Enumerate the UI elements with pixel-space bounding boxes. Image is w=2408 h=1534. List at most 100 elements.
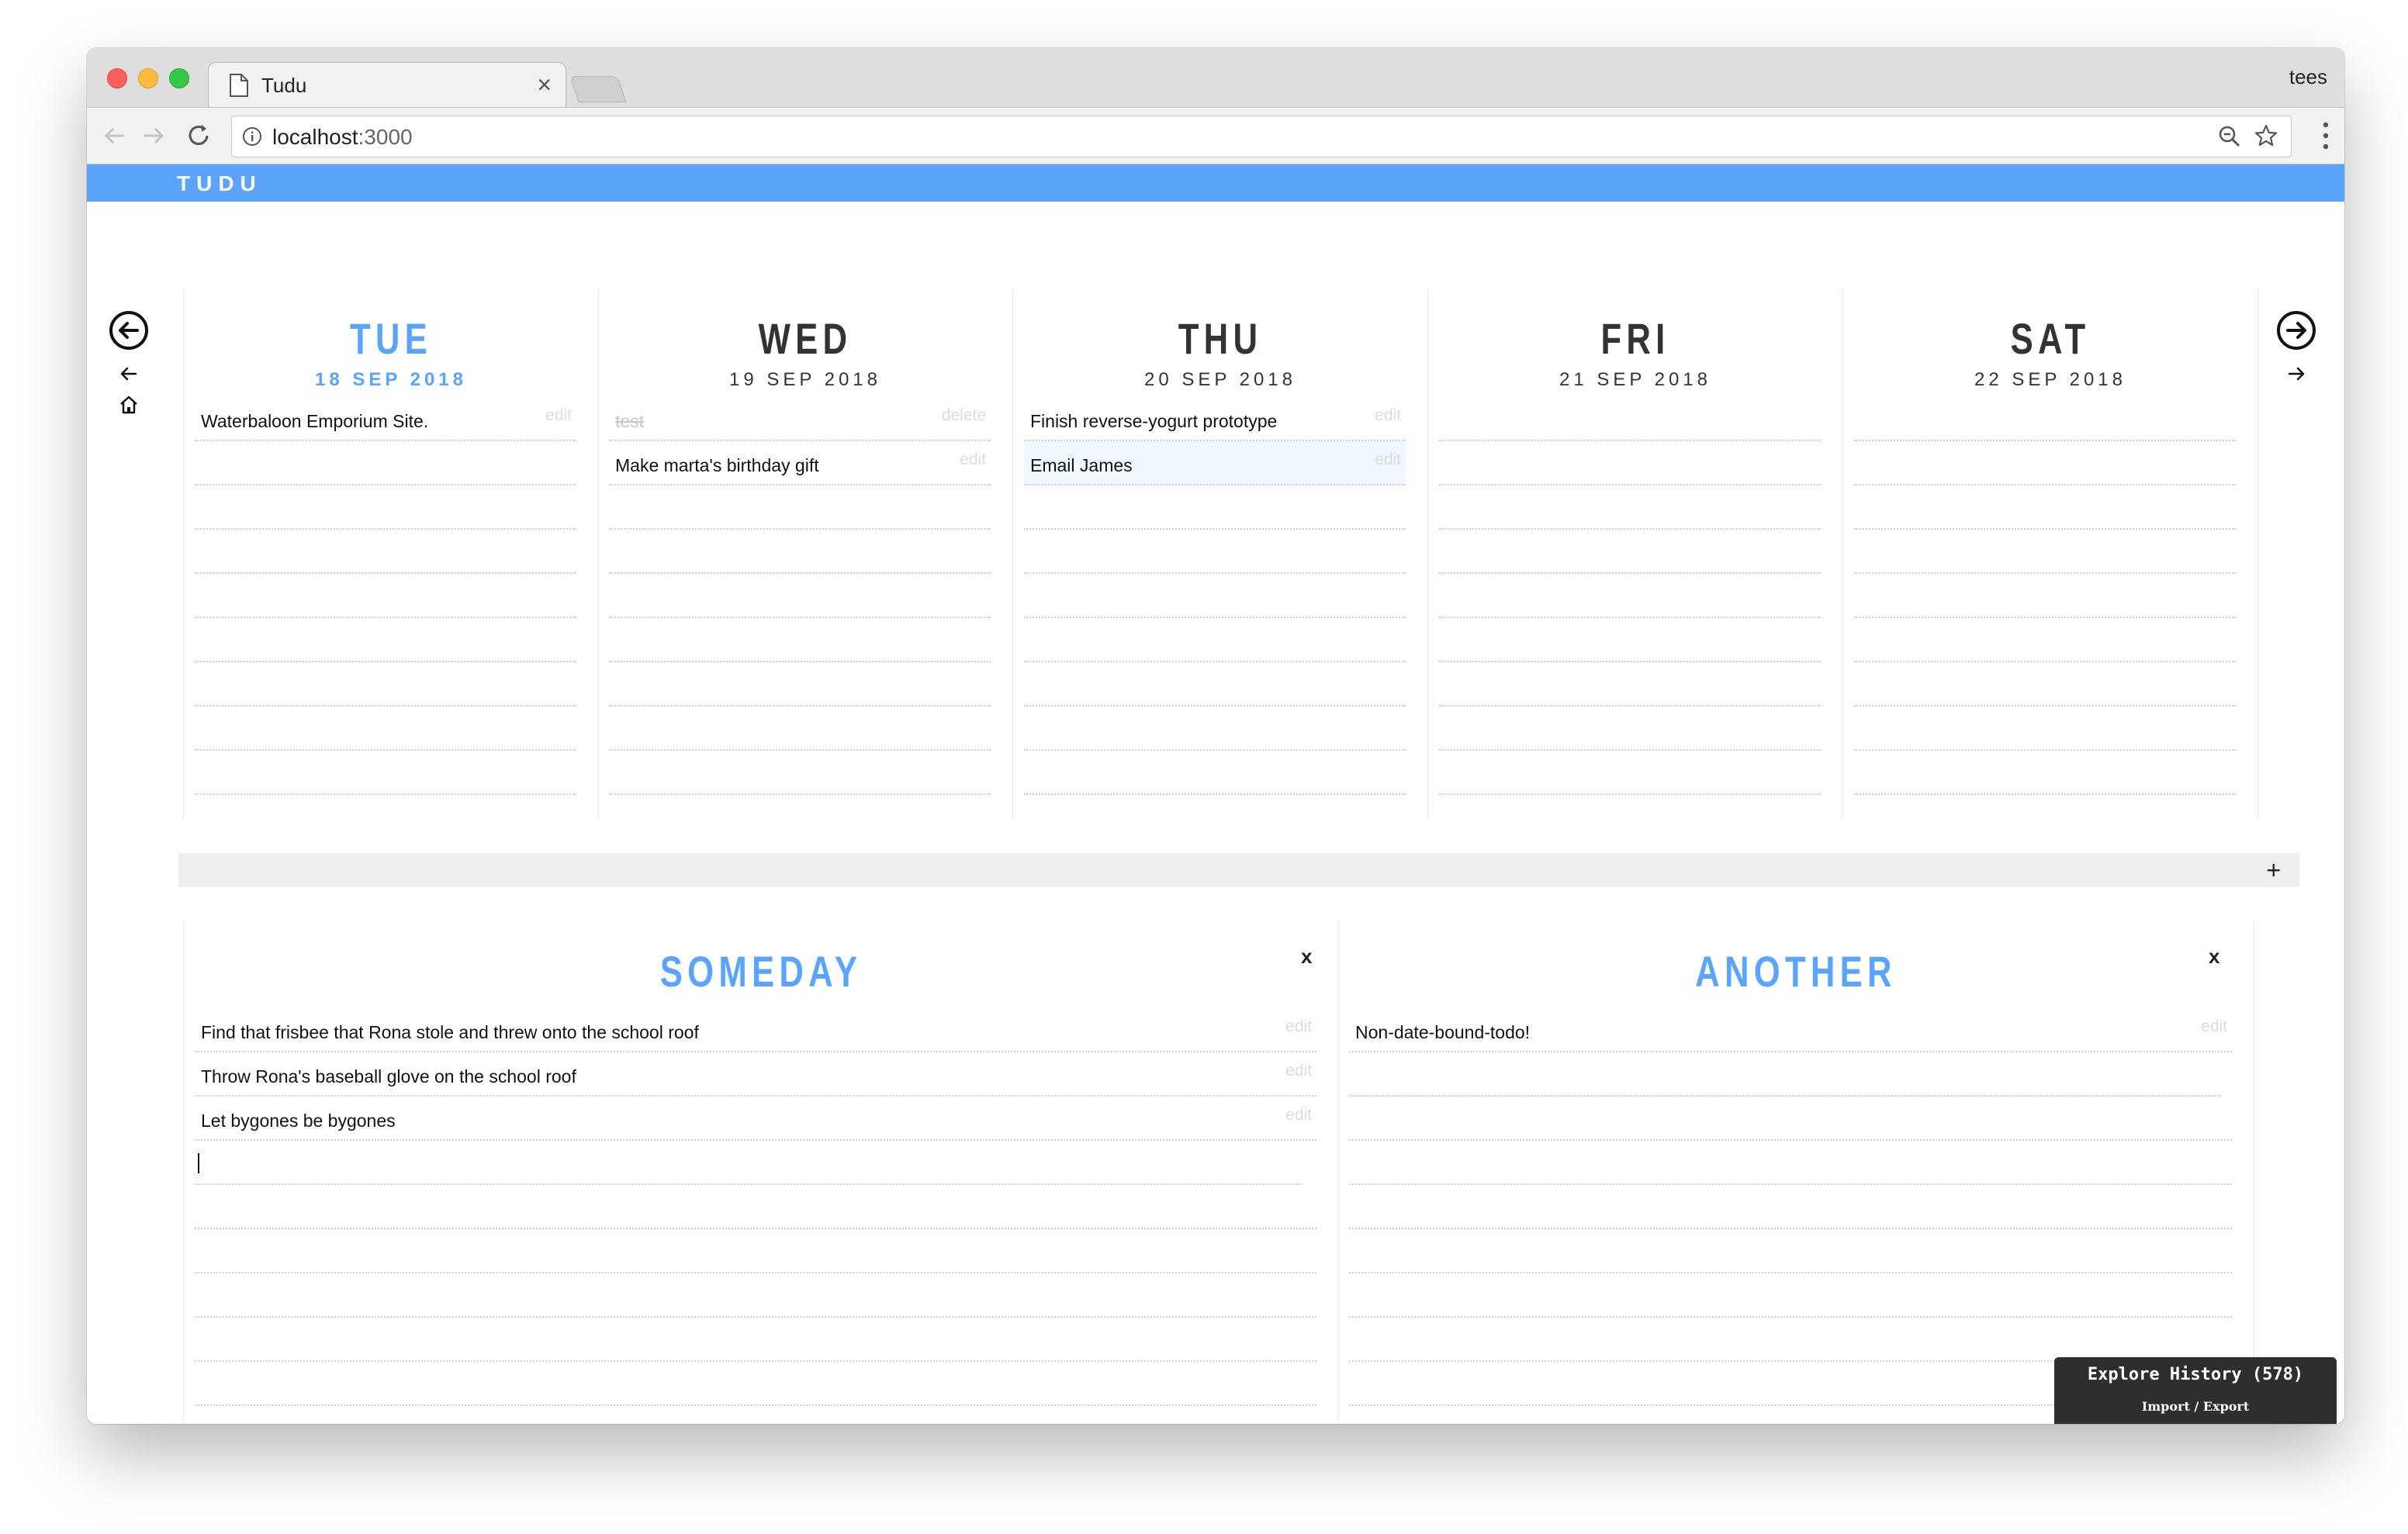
edit-link[interactable]: edit bbox=[960, 451, 986, 469]
url-text[interactable]: localhost:3000 bbox=[272, 125, 413, 150]
next-day-arrow-icon[interactable] bbox=[2285, 363, 2307, 385]
empty-row[interactable] bbox=[1439, 662, 1821, 707]
empty-row[interactable] bbox=[195, 1318, 1316, 1362]
empty-row[interactable] bbox=[1439, 530, 1821, 574]
empty-row[interactable] bbox=[195, 1229, 1316, 1273]
empty-row[interactable] bbox=[1024, 618, 1406, 662]
bookmark-star-icon[interactable] bbox=[2254, 123, 2278, 148]
previous-day-arrow-icon[interactable] bbox=[118, 363, 140, 385]
delete-link[interactable]: delete bbox=[942, 406, 986, 425]
empty-row[interactable] bbox=[1349, 1141, 2232, 1185]
explore-history-button[interactable]: Explore History (578) bbox=[2054, 1365, 2337, 1384]
empty-row[interactable] bbox=[1439, 574, 1821, 618]
app-title[interactable]: TUDU bbox=[177, 171, 262, 196]
edit-link[interactable]: edit bbox=[1375, 406, 1401, 425]
minimize-window-button[interactable] bbox=[138, 68, 158, 88]
empty-row[interactable] bbox=[609, 662, 991, 707]
reload-icon[interactable] bbox=[183, 120, 214, 151]
browser-tab[interactable]: Tudu × bbox=[208, 62, 566, 108]
empty-row[interactable] bbox=[195, 441, 576, 485]
todo-text[interactable]: Make marta's birthday gift bbox=[615, 455, 819, 476]
next-week-circle-arrow-icon[interactable] bbox=[2276, 310, 2316, 351]
empty-row[interactable] bbox=[1349, 1273, 2232, 1318]
empty-row[interactable] bbox=[1439, 707, 1821, 751]
empty-row[interactable] bbox=[1024, 707, 1406, 751]
empty-row[interactable] bbox=[1854, 485, 2236, 530]
empty-row[interactable] bbox=[1024, 574, 1406, 618]
empty-row[interactable] bbox=[1854, 707, 2236, 751]
todo-text[interactable]: Non-date-bound-todo! bbox=[1355, 1022, 1530, 1043]
empty-row[interactable] bbox=[195, 751, 576, 795]
empty-row[interactable] bbox=[1439, 751, 1821, 795]
todo-item[interactable]: Throw Rona's baseball glove on the schoo… bbox=[195, 1052, 1316, 1097]
empty-row[interactable] bbox=[1854, 530, 2236, 574]
empty-row[interactable] bbox=[195, 530, 576, 574]
edit-link[interactable]: edit bbox=[1285, 1062, 1312, 1080]
empty-row[interactable] bbox=[1349, 1097, 2232, 1141]
browser-menu-icon[interactable] bbox=[2323, 122, 2329, 150]
zoom-icon[interactable] bbox=[2218, 125, 2241, 148]
todo-item[interactable]: Let bygones be bygones edit bbox=[195, 1097, 1316, 1141]
todo-item[interactable]: test delete bbox=[609, 397, 991, 441]
empty-row[interactable] bbox=[1024, 485, 1406, 530]
todo-text[interactable]: Email James bbox=[1030, 455, 1133, 476]
empty-row[interactable] bbox=[1439, 485, 1821, 530]
edit-link[interactable]: edit bbox=[545, 406, 572, 425]
empty-row[interactable] bbox=[1349, 1185, 2232, 1229]
todo-text[interactable]: Waterbaloon Emporium Site. bbox=[201, 411, 428, 432]
todo-item[interactable]: Finish reverse-yogurt prototype edit bbox=[1024, 397, 1406, 441]
export-link[interactable]: Export bbox=[2203, 1399, 2249, 1414]
home-icon[interactable] bbox=[118, 394, 140, 416]
todo-text[interactable]: test bbox=[615, 411, 644, 432]
empty-row[interactable] bbox=[195, 1273, 1316, 1318]
forward-arrow-icon[interactable] bbox=[138, 120, 169, 151]
import-link[interactable]: Import bbox=[2142, 1399, 2190, 1414]
edit-link[interactable]: edit bbox=[1285, 1106, 1312, 1125]
todo-item-active[interactable]: Email James edit bbox=[1024, 441, 1406, 485]
edit-link[interactable]: edit bbox=[1285, 1017, 1312, 1036]
tab-close-icon[interactable]: × bbox=[537, 71, 552, 99]
empty-row[interactable] bbox=[1854, 662, 2236, 707]
empty-row[interactable] bbox=[609, 618, 991, 662]
empty-row[interactable] bbox=[195, 707, 576, 751]
back-arrow-icon[interactable] bbox=[99, 120, 130, 151]
info-icon[interactable] bbox=[241, 126, 263, 147]
empty-row[interactable] bbox=[609, 751, 991, 795]
empty-row[interactable] bbox=[609, 530, 991, 574]
empty-row[interactable] bbox=[1024, 751, 1406, 795]
new-todo-input[interactable] bbox=[1349, 1052, 2221, 1097]
close-list-button[interactable]: x bbox=[1301, 945, 1312, 969]
empty-row[interactable] bbox=[195, 574, 576, 618]
maximize-window-button[interactable] bbox=[169, 68, 189, 88]
todo-item[interactable]: Find that frisbee that Rona stole and th… bbox=[195, 1008, 1316, 1052]
address-bar[interactable]: localhost:3000 bbox=[231, 116, 2292, 157]
previous-week-circle-arrow-icon[interactable] bbox=[109, 310, 149, 351]
new-tab-button[interactable] bbox=[569, 76, 627, 102]
empty-row[interactable] bbox=[195, 618, 576, 662]
empty-row[interactable] bbox=[1854, 574, 2236, 618]
empty-row[interactable] bbox=[1024, 530, 1406, 574]
empty-row[interactable] bbox=[1854, 751, 2236, 795]
edit-link[interactable]: edit bbox=[2201, 1017, 2227, 1036]
empty-row[interactable] bbox=[1854, 618, 2236, 662]
empty-row[interactable] bbox=[1854, 397, 2236, 441]
close-list-button[interactable]: x bbox=[2209, 945, 2219, 969]
todo-text[interactable]: Let bygones be bygones bbox=[201, 1111, 396, 1131]
profile-name[interactable]: tees bbox=[2289, 65, 2327, 89]
list-title[interactable]: ANOTHER bbox=[1439, 946, 2153, 997]
empty-row[interactable] bbox=[1349, 1318, 2232, 1362]
list-title[interactable]: SOMEDAY bbox=[311, 946, 1212, 997]
todo-item[interactable]: Non-date-bound-todo! edit bbox=[1349, 1008, 2232, 1052]
add-list-button[interactable]: + bbox=[2266, 856, 2281, 885]
empty-row[interactable] bbox=[1349, 1229, 2232, 1273]
empty-row[interactable] bbox=[195, 1362, 1316, 1406]
todo-item[interactable]: Waterbaloon Emporium Site. edit bbox=[195, 397, 576, 441]
todo-item[interactable]: Make marta's birthday gift edit bbox=[609, 441, 991, 485]
todo-text[interactable]: Throw Rona's baseball glove on the schoo… bbox=[201, 1066, 576, 1087]
empty-row[interactable] bbox=[1439, 441, 1821, 485]
empty-row[interactable] bbox=[1439, 618, 1821, 662]
empty-row[interactable] bbox=[609, 707, 991, 751]
new-todo-input[interactable] bbox=[195, 1141, 1301, 1185]
todo-text[interactable]: Find that frisbee that Rona stole and th… bbox=[201, 1022, 699, 1043]
empty-row[interactable] bbox=[1439, 397, 1821, 441]
